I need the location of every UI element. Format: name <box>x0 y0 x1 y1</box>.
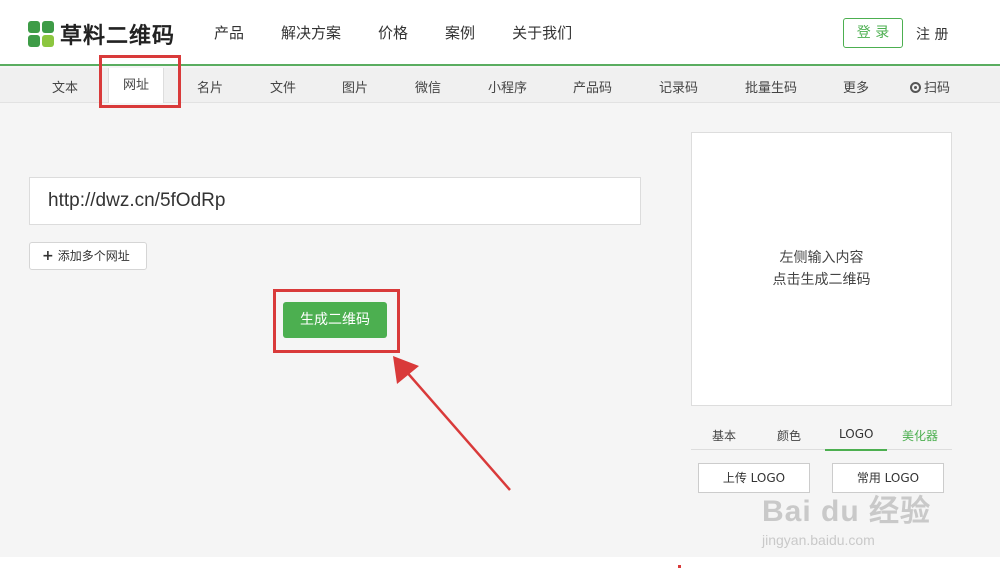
style-tab-logo[interactable]: LOGO <box>825 420 888 451</box>
tab-card[interactable]: 名片 <box>197 77 223 96</box>
tab-miniprogram[interactable]: 小程序 <box>488 77 527 96</box>
scan-icon <box>910 82 921 93</box>
preview-hint-line2: 点击生成二维码 <box>772 272 871 288</box>
tab-product-code[interactable]: 产品码 <box>573 77 612 96</box>
style-tabs: 基本 颜色 LOGO 美化器 <box>691 420 952 451</box>
style-tab-basic[interactable]: 基本 <box>712 427 736 444</box>
generate-qr-button[interactable]: 生成二维码 <box>283 302 387 338</box>
plus-icon: + <box>42 248 54 264</box>
tab-more[interactable]: 更多 <box>843 77 869 96</box>
add-url-label: 添加多个网址 <box>57 249 130 263</box>
top-header: 草料二维码 产品 解决方案 价格 案例 关于我们 登 录 注 册 <box>0 0 1000 66</box>
nav-item-solutions[interactable]: 解决方案 <box>281 22 341 43</box>
baidu-watermark: Bai du 经验 jingyan.baidu.com <box>762 486 931 548</box>
red-dot <box>678 565 681 568</box>
main-nav: 产品 解决方案 价格 案例 关于我们 <box>214 22 609 43</box>
logo-icon <box>28 21 54 47</box>
logo-text: 草料二维码 <box>60 24 176 49</box>
tab-scan[interactable]: 扫码 <box>910 77 950 96</box>
logo[interactable]: 草料二维码 <box>28 18 175 50</box>
register-link[interactable]: 注 册 <box>916 24 948 44</box>
tab-text[interactable]: 文本 <box>52 77 78 96</box>
url-input[interactable]: http://dwz.cn/5fOdRp <box>29 177 641 225</box>
watermark-main: Bai du 经验 <box>762 495 932 528</box>
style-tab-color[interactable]: 颜色 <box>777 427 801 444</box>
watermark-sub: jingyan.baidu.com <box>762 532 875 548</box>
style-tab-beautifier[interactable]: 美化器 <box>902 427 938 444</box>
tab-scan-label: 扫码 <box>924 81 951 96</box>
tab-wechat[interactable]: 微信 <box>415 77 441 96</box>
tab-image[interactable]: 图片 <box>342 77 368 96</box>
tab-batch[interactable]: 批量生码 <box>745 77 797 96</box>
nav-item-products[interactable]: 产品 <box>214 22 244 43</box>
qr-preview-box: 左侧输入内容 点击生成二维码 <box>691 132 952 406</box>
tab-url[interactable]: 网址 <box>108 68 165 103</box>
login-button[interactable]: 登 录 <box>843 18 903 48</box>
tab-record-code[interactable]: 记录码 <box>659 77 698 96</box>
preview-hint-line1: 左侧输入内容 <box>779 250 864 266</box>
type-tab-bar: 文本 网址 名片 文件 图片 微信 小程序 产品码 记录码 批量生码 更多 扫码 <box>0 68 1000 103</box>
nav-item-cases[interactable]: 案例 <box>445 22 475 43</box>
tab-file[interactable]: 文件 <box>270 77 296 96</box>
nav-item-about[interactable]: 关于我们 <box>512 22 572 43</box>
add-multiple-url-button[interactable]: + 添加多个网址 <box>29 242 147 270</box>
nav-item-pricing[interactable]: 价格 <box>378 22 408 43</box>
page-footer <box>0 557 1000 577</box>
